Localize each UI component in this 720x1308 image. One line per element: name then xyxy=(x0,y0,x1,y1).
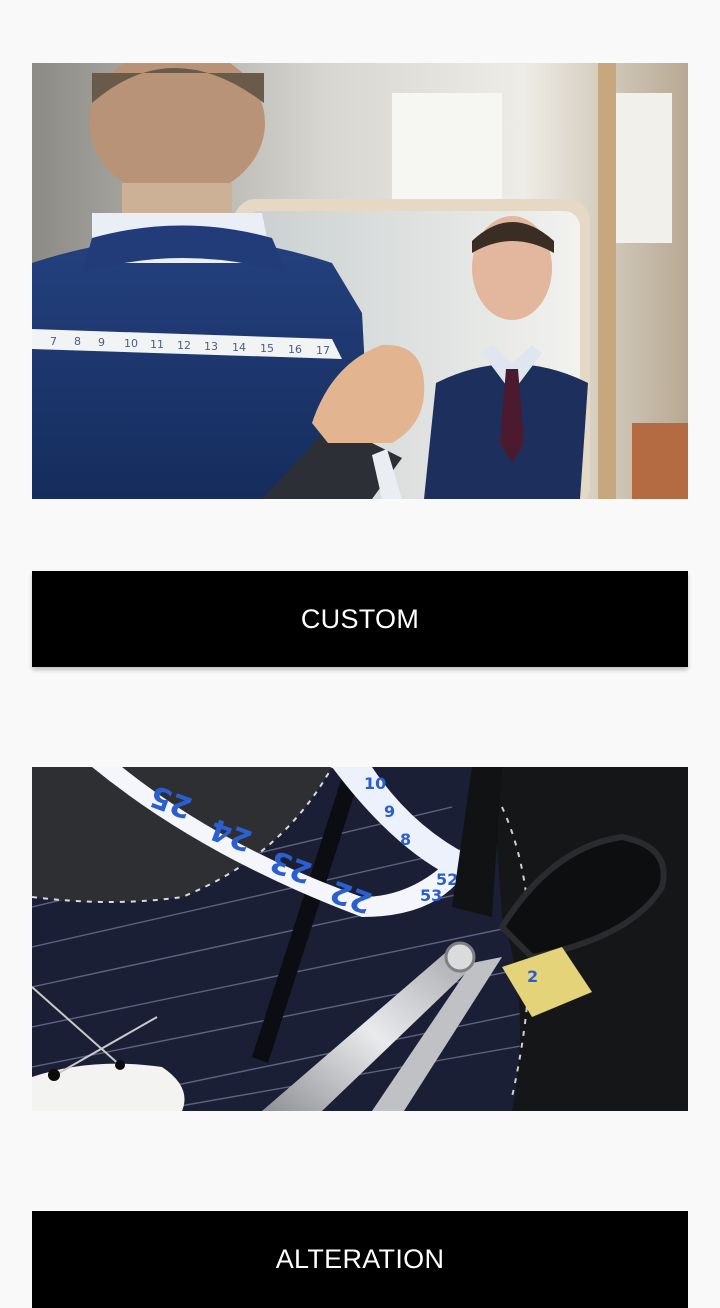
svg-text:8: 8 xyxy=(400,830,411,849)
svg-text:10: 10 xyxy=(364,774,386,793)
svg-text:14: 14 xyxy=(232,341,246,354)
svg-text:9: 9 xyxy=(98,336,105,349)
services-screen: 789 10 11 12 13 14 15 16 17 CUSTOM 25 24… xyxy=(0,0,720,1308)
svg-text:11: 11 xyxy=(150,338,164,351)
svg-text:10: 10 xyxy=(124,337,138,350)
svg-text:53: 53 xyxy=(420,886,442,905)
scissors-tape-photo-icon: 25 24 23 22 10 9 8 52 53 2 xyxy=(32,767,688,1111)
custom-service-image[interactable]: 7 8 9 10 11 12 13 14 15 16 17 xyxy=(32,63,688,499)
custom-button[interactable]: CUSTOM xyxy=(32,571,688,667)
svg-text:15: 15 xyxy=(260,342,274,355)
svg-text:2: 2 xyxy=(527,967,538,986)
alteration-button[interactable]: ALTERATION xyxy=(32,1211,688,1308)
tailor-measuring-photo-icon: 7 8 9 10 11 12 13 14 15 16 17 xyxy=(32,63,688,499)
svg-text:9: 9 xyxy=(384,802,395,821)
svg-text:8: 8 xyxy=(74,335,81,348)
alteration-service-image[interactable]: 25 24 23 22 10 9 8 52 53 2 xyxy=(32,767,688,1111)
svg-text:16: 16 xyxy=(288,343,302,356)
svg-text:13: 13 xyxy=(204,340,218,353)
svg-text:7: 7 xyxy=(50,335,57,348)
svg-text:17: 17 xyxy=(316,344,330,357)
svg-text:12: 12 xyxy=(177,339,191,352)
